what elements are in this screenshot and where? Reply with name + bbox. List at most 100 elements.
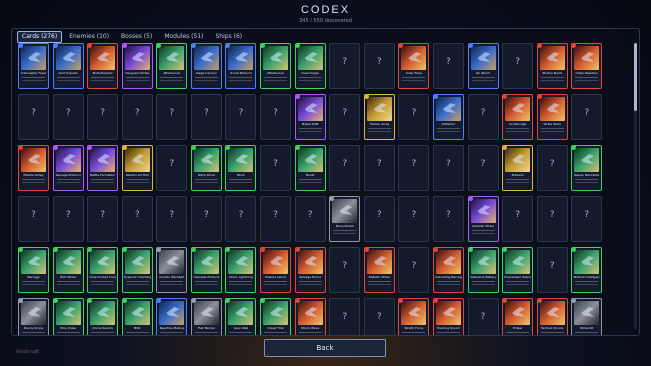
codex-card[interactable]: Boost (294, 145, 326, 191)
codex-card[interactable]: Shock Wave (294, 298, 326, 335)
codex-card[interactable]: Afterburner (156, 43, 188, 89)
undiscovered-card[interactable]: ? (329, 94, 361, 140)
undiscovered-card[interactable]: ? (121, 94, 153, 140)
undiscovered-card[interactable]: ? (156, 196, 188, 242)
undiscovered-card[interactable]: ? (398, 247, 430, 293)
undiscovered-card[interactable]: ? (329, 145, 361, 191)
codex-card[interactable]: Repair Nanobots (571, 145, 603, 191)
codex-card[interactable]: Vanguard Strike (121, 43, 153, 89)
codex-card[interactable]: Reactive Plating (156, 298, 188, 335)
codex-card[interactable]: Ember (502, 298, 534, 335)
undiscovered-card[interactable]: ? (467, 145, 499, 191)
codex-card[interactable]: Blitz (121, 298, 153, 335)
codex-card[interactable]: Tactical Choice (536, 298, 568, 335)
undiscovered-card[interactable]: ? (18, 196, 49, 242)
codex-card[interactable]: Afterburner (260, 43, 292, 89)
undiscovered-card[interactable]: ? (329, 247, 361, 293)
tab-modules[interactable]: Modules (51) (159, 31, 208, 43)
undiscovered-card[interactable]: ? (190, 196, 222, 242)
codex-card[interactable]: Bolt Strike (52, 247, 84, 293)
codex-card[interactable]: Salvage Protocol (52, 145, 84, 191)
codex-card[interactable]: Deflector (432, 94, 464, 140)
undiscovered-card[interactable]: ? (87, 94, 119, 140)
codex-card[interactable]: Ion Storm (467, 43, 499, 89)
undiscovered-card[interactable]: ? (329, 298, 361, 335)
codex-card[interactable]: Nova Shield (329, 196, 361, 242)
scrollbar[interactable] (634, 43, 637, 329)
codex-card[interactable]: Emp Pulse (52, 298, 84, 335)
codex-card[interactable]: Siege Cannon (190, 43, 222, 89)
codex-card[interactable]: Cascading Barrage (432, 247, 464, 293)
codex-card[interactable]: Bulwark (502, 145, 534, 191)
undiscovered-card[interactable]: ? (363, 145, 395, 191)
codex-card[interactable]: Blink (225, 145, 257, 191)
undiscovered-card[interactable]: ? (121, 196, 153, 242)
codex-card[interactable]: Chain Reaction (571, 43, 603, 89)
codex-card[interactable]: Cluster Warhead (156, 247, 188, 293)
codex-card[interactable]: Defensive Battery (467, 247, 499, 293)
codex-card[interactable]: Tactical Intelligence (571, 247, 603, 293)
codex-card[interactable]: Phase Shift (294, 94, 326, 140)
undiscovered-card[interactable]: ? (156, 145, 188, 191)
codex-card[interactable]: Interceptor Fleet (18, 43, 49, 89)
codex-card[interactable]: Overwhelm Salvos (502, 247, 534, 293)
undiscovered-card[interactable]: ? (432, 43, 464, 89)
codex-card[interactable]: Chain Lightning (225, 247, 257, 293)
undiscovered-card[interactable]: ? (363, 298, 395, 335)
scrollbar-thumb[interactable] (634, 43, 637, 111)
codex-card[interactable]: Reinforced Hull (121, 145, 153, 191)
undiscovered-card[interactable]: ? (502, 43, 534, 89)
undiscovered-card[interactable]: ? (432, 196, 464, 242)
undiscovered-card[interactable]: ? (536, 196, 568, 242)
undiscovered-card[interactable]: ? (260, 196, 292, 242)
codex-card[interactable]: Overclocked Core (87, 247, 119, 293)
codex-card[interactable]: Hyperion Discharge (121, 247, 153, 293)
tab-ships[interactable]: Ships (6) (210, 31, 247, 43)
codex-card[interactable]: Ion Barrage (502, 94, 534, 140)
undiscovered-card[interactable]: ? (536, 247, 568, 293)
codex-card[interactable]: Grav Well (225, 298, 257, 335)
undiscovered-card[interactable]: ? (398, 196, 430, 242)
tab-enemies[interactable]: Enemies (10) (64, 31, 114, 43)
codex-card[interactable]: Decoy Drone (18, 298, 49, 335)
codex-card[interactable]: Plasma Lance (260, 247, 292, 293)
undiscovered-card[interactable]: ? (398, 94, 430, 140)
undiscovered-card[interactable]: ? (536, 145, 568, 191)
codex-card[interactable]: Cascade Protocol (190, 247, 222, 293)
codex-card[interactable]: Ballistic Strike (363, 247, 395, 293)
undiscovered-card[interactable]: ? (294, 196, 326, 242)
undiscovered-card[interactable]: ? (502, 196, 534, 242)
undiscovered-card[interactable]: ? (260, 94, 292, 140)
codex-card[interactable]: Strike Kit (571, 298, 603, 335)
undiscovered-card[interactable]: ? (18, 94, 49, 140)
undiscovered-card[interactable]: ? (467, 298, 499, 335)
codex-card[interactable]: Drone Swarm (87, 298, 119, 335)
codex-card[interactable]: Multi-Torpedo (87, 43, 119, 89)
codex-card[interactable]: Solar Flare (398, 43, 430, 89)
codex-card[interactable]: Overcharge (294, 43, 326, 89)
codex-card[interactable]: Tracker Array (363, 94, 395, 140)
undiscovered-card[interactable]: ? (571, 196, 603, 242)
undiscovered-card[interactable]: ? (398, 145, 430, 191)
codex-card[interactable]: Dread Tide (260, 298, 292, 335)
undiscovered-card[interactable]: ? (260, 145, 292, 191)
codex-card[interactable]: Missile Volley (18, 145, 49, 191)
codex-card[interactable]: Strike Team (536, 94, 568, 140)
undiscovered-card[interactable]: ? (87, 196, 119, 242)
codex-card[interactable]: Piercing Round (432, 298, 464, 335)
undiscovered-card[interactable]: ? (329, 43, 361, 89)
undiscovered-card[interactable]: ? (432, 145, 464, 191)
codex-card[interactable]: Photon Burst (536, 43, 568, 89)
codex-card[interactable]: Warp Drive (190, 145, 222, 191)
undiscovered-card[interactable]: ? (225, 94, 257, 140)
codex-card[interactable]: Wraith Force (398, 298, 430, 335)
codex-card[interactable]: Acid Torpedo (52, 43, 84, 89)
tab-cards[interactable]: Cards (276) (17, 31, 63, 43)
back-button[interactable]: Back (264, 339, 386, 357)
undiscovered-card[interactable]: ? (225, 196, 257, 242)
tab-bosses[interactable]: Bosses (5) (116, 31, 157, 43)
codex-card[interactable]: Scout Protocol (225, 43, 257, 89)
undiscovered-card[interactable]: ? (467, 94, 499, 140)
codex-card[interactable]: Salvage Drone (294, 247, 326, 293)
undiscovered-card[interactable]: ? (156, 94, 188, 140)
